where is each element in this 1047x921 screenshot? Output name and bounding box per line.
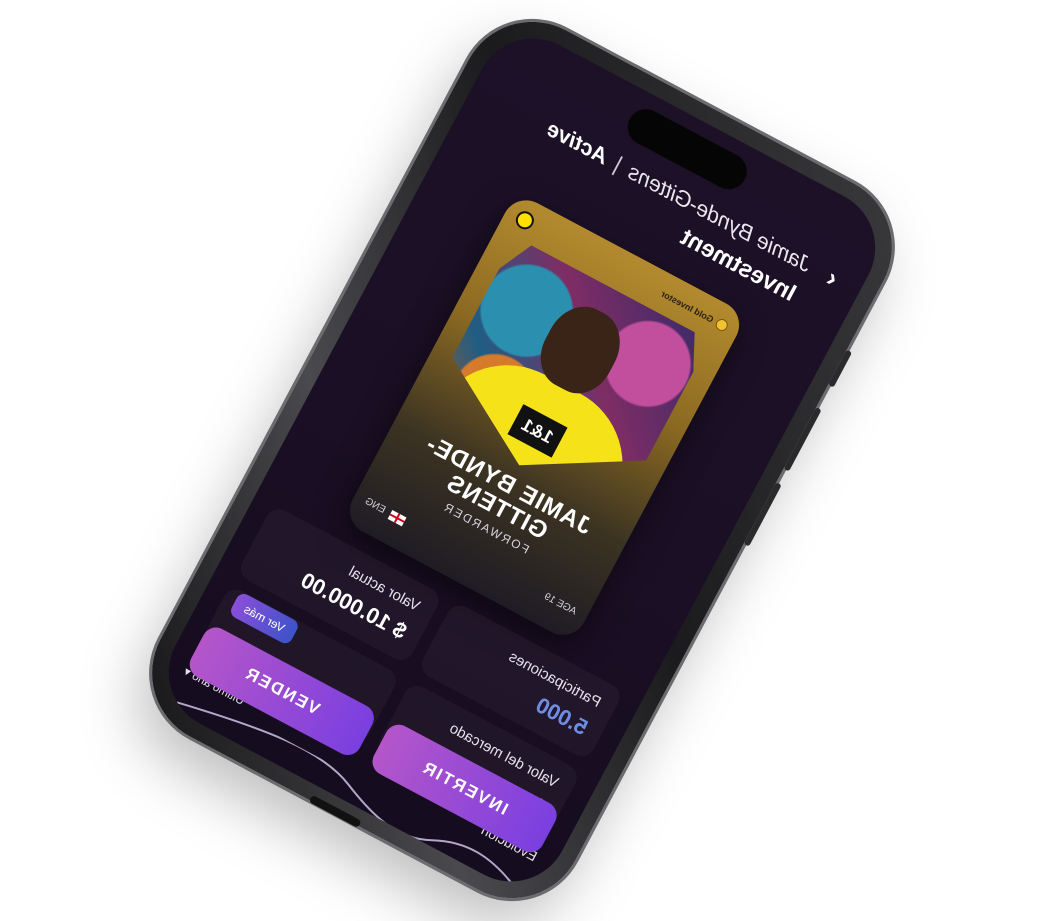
card-age: AGE 19	[541, 591, 579, 618]
club-crest-icon	[512, 208, 538, 233]
silent-switch	[828, 349, 853, 388]
england-flag-icon	[388, 509, 408, 527]
chevron-left-icon[interactable]: ‹	[811, 257, 844, 294]
card-nation: ENG	[362, 496, 408, 527]
star-icon	[713, 316, 730, 334]
phone-screen: ‹ Jamie Bynde-Gittens | Active Investmen…	[148, 18, 896, 902]
title-separator: |	[610, 151, 627, 176]
stage: ‹ Jamie Bynde-Gittens | Active Investmen…	[0, 0, 1047, 921]
card-nation-label: ENG	[362, 496, 388, 517]
phone-frame: ‹ Jamie Bynde-Gittens | Active Investmen…	[126, 0, 918, 921]
